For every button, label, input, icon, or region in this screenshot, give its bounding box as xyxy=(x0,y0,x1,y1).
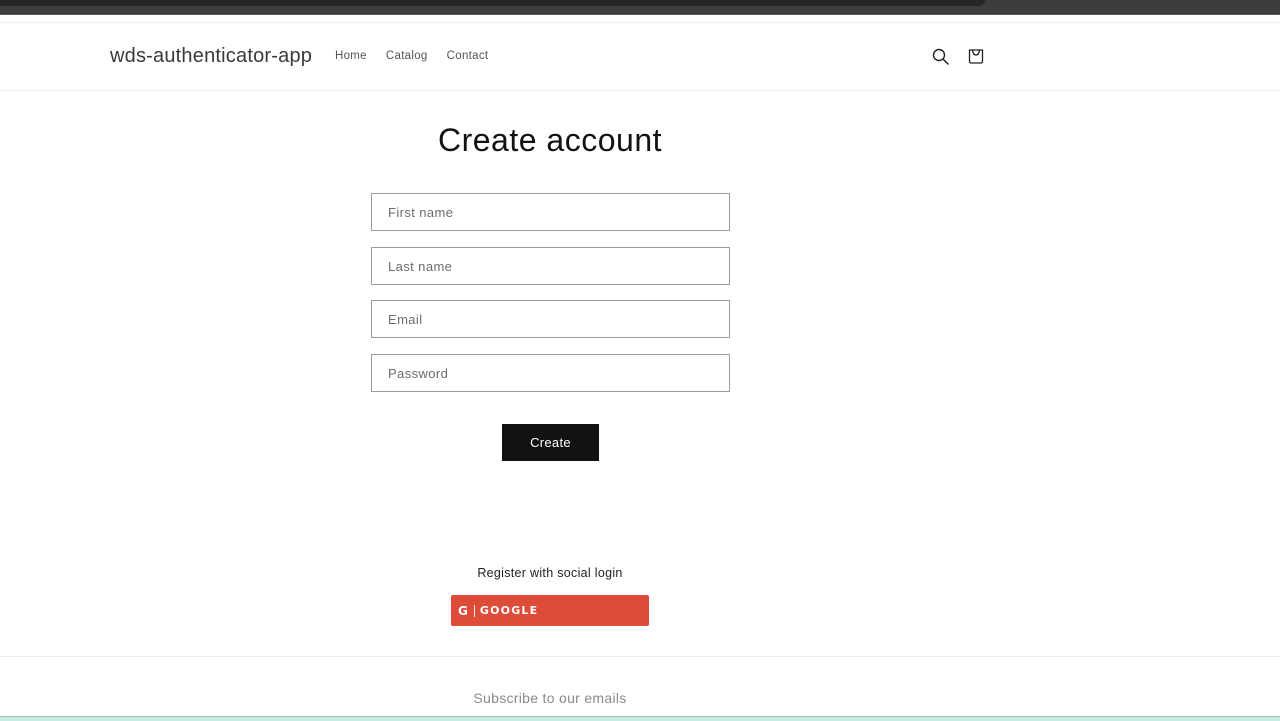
password-input[interactable] xyxy=(372,355,729,391)
search-button[interactable] xyxy=(930,46,950,66)
google-icon: G xyxy=(458,603,468,618)
announcement-bar xyxy=(0,15,1280,23)
browser-toolbar xyxy=(0,6,1280,14)
nav-contact[interactable]: Contact xyxy=(447,50,489,62)
last-name-input[interactable] xyxy=(372,248,729,284)
page-title: Create account xyxy=(437,122,662,158)
nav-home[interactable]: Home xyxy=(335,50,367,62)
email-field-wrapper xyxy=(371,300,730,338)
main-nav: Home Catalog Contact xyxy=(335,50,507,62)
search-icon xyxy=(932,48,949,65)
google-login-label: GOOGLE xyxy=(479,604,539,617)
password-field-wrapper xyxy=(371,354,730,392)
last-name-field-wrapper xyxy=(371,247,730,285)
social-login-label: Register with social login xyxy=(477,566,623,580)
taskbar-edge xyxy=(0,716,1280,721)
first-name-input[interactable] xyxy=(372,194,729,230)
first-name-field-wrapper xyxy=(371,193,730,231)
cart-button[interactable] xyxy=(966,46,986,66)
nav-catalog[interactable]: Catalog xyxy=(386,50,428,62)
google-login-button[interactable]: G GOOGLE xyxy=(451,595,649,626)
google-separator xyxy=(473,604,475,617)
create-button[interactable]: Create xyxy=(502,424,599,461)
site-header: wds-authenticator-app Home Catalog Conta… xyxy=(0,23,1280,91)
site-logo[interactable]: wds-authenticator-app xyxy=(110,45,312,68)
footer-divider xyxy=(0,656,1280,657)
cart-icon xyxy=(968,49,984,64)
newsletter-heading: Subscribe to our emails xyxy=(473,690,627,706)
browser-chrome xyxy=(0,0,1280,15)
email-input[interactable] xyxy=(372,301,729,337)
